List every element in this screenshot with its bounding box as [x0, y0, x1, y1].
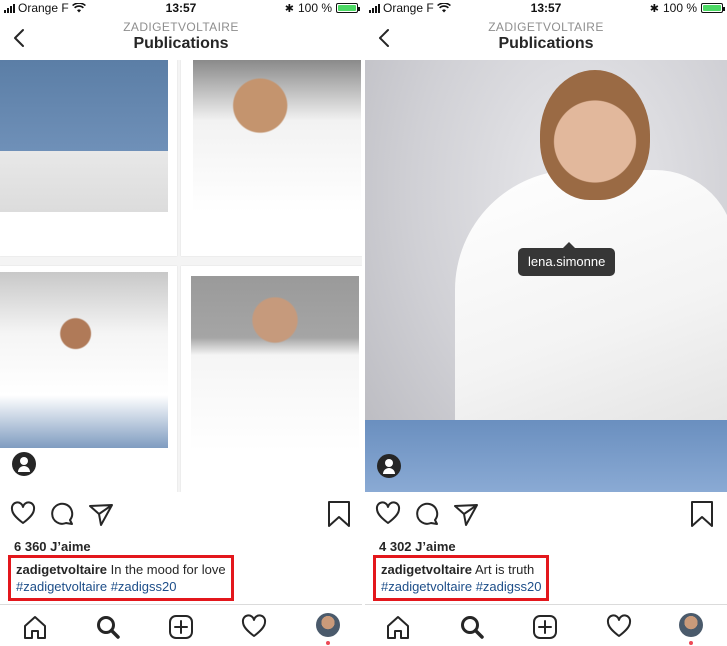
- page-title: Publications: [498, 35, 594, 52]
- battery-icon: [701, 3, 725, 13]
- battery-percent: 100 %: [297, 1, 332, 15]
- photo-face: [540, 70, 650, 200]
- notification-dot: [326, 641, 330, 645]
- caption-text: In the mood for love: [110, 562, 226, 577]
- caption-highlight: zadigetvoltaire Art is truth #zadigetvol…: [373, 555, 550, 601]
- comment-bubble-icon[interactable]: [414, 500, 440, 528]
- heart-icon[interactable]: [375, 500, 401, 528]
- photo-lamour-shirt: [193, 60, 361, 212]
- left-screen: Orange F 13:57 ✱ 100 % ZADIGETVOLTAIRE P…: [0, 0, 362, 646]
- notification-dot: [689, 641, 693, 645]
- bookmark-icon[interactable]: [326, 500, 352, 528]
- home-icon[interactable]: [22, 614, 48, 640]
- hashtag-link[interactable]: #zadigss20: [111, 579, 177, 594]
- bluetooth-icon: ✱: [649, 2, 659, 15]
- polaroid-1: [0, 60, 177, 256]
- photo-jeans: [365, 420, 727, 492]
- caption-username[interactable]: zadigetvoltaire: [16, 562, 107, 577]
- tab-bar: [365, 604, 727, 646]
- post-image[interactable]: [0, 60, 362, 492]
- polaroid-2: [181, 60, 362, 256]
- heart-icon[interactable]: [606, 614, 632, 640]
- hashtag-link[interactable]: #zadigetvoltaire: [381, 579, 472, 594]
- battery-percent: 100 %: [662, 1, 697, 15]
- avatar[interactable]: [316, 613, 340, 637]
- hashtag-link[interactable]: #zadigetvoltaire: [16, 579, 107, 594]
- tab-bar: [0, 604, 362, 646]
- post-actions: [0, 500, 362, 532]
- status-right: ✱ 100 %: [649, 1, 725, 15]
- page-title: Publications: [133, 35, 229, 52]
- heart-icon[interactable]: [241, 614, 267, 640]
- plus-square-icon[interactable]: [168, 614, 194, 640]
- bluetooth-icon: ✱: [284, 2, 294, 15]
- bookmark-icon[interactable]: [689, 500, 715, 528]
- home-icon[interactable]: [385, 614, 411, 640]
- account-name[interactable]: ZADIGETVOLTAIRE: [0, 20, 362, 34]
- comment-bubble-icon[interactable]: [49, 500, 75, 528]
- likes-count[interactable]: 4 302 J’aime: [379, 539, 456, 554]
- photo-shirt-over-head: [0, 272, 168, 448]
- hashtag-link[interactable]: #zadigss20: [476, 579, 542, 594]
- caption-text: Art is truth: [474, 562, 535, 577]
- page-header: ZADIGETVOLTAIRE Publications: [0, 16, 362, 58]
- likes-count[interactable]: 6 360 J’aime: [14, 539, 91, 554]
- caption-username[interactable]: zadigetvoltaire: [381, 562, 472, 577]
- plus-square-icon[interactable]: [532, 614, 558, 640]
- search-icon[interactable]: [95, 614, 121, 640]
- account-name[interactable]: ZADIGETVOLTAIRE: [365, 20, 727, 34]
- post-actions: [365, 500, 727, 532]
- polaroid-4: [181, 266, 362, 492]
- status-right: ✱ 100 %: [284, 1, 360, 15]
- paper-plane-icon[interactable]: [453, 500, 479, 528]
- heart-icon[interactable]: [10, 500, 36, 528]
- caption-highlight: zadigetvoltaire In the mood for love #za…: [8, 555, 234, 601]
- status-bar: Orange F 13:57 ✱ 100 %: [365, 0, 727, 16]
- search-icon[interactable]: [459, 614, 485, 640]
- page-header: ZADIGETVOLTAIRE Publications: [365, 16, 727, 58]
- paper-plane-icon[interactable]: [88, 500, 114, 528]
- user-tag-label[interactable]: lena.simonne: [518, 242, 616, 276]
- photo-jeans-boots: [0, 60, 168, 212]
- avatar[interactable]: [679, 613, 703, 637]
- user-tag-icon[interactable]: [377, 454, 401, 478]
- battery-icon: [336, 3, 360, 13]
- user-tag-icon[interactable]: [12, 452, 36, 476]
- photo-hand-on-head: [191, 276, 359, 452]
- post-image[interactable]: lena.simonne: [365, 60, 727, 492]
- right-screen: Orange F 13:57 ✱ 100 % ZADIGETVOLTAIRE P…: [365, 0, 727, 646]
- status-bar: Orange F 13:57 ✱ 100 %: [0, 0, 362, 16]
